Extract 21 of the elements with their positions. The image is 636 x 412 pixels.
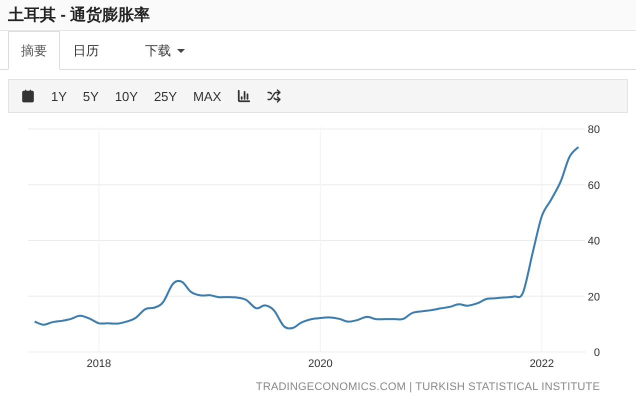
y-axis-label: 80: [588, 124, 600, 136]
bar-chart-icon: [237, 89, 252, 103]
y-axis-label: 60: [588, 180, 600, 192]
y-axis-label: 40: [588, 236, 600, 248]
tab[interactable]: 摘要: [8, 31, 60, 70]
y-axis-label: 20: [588, 291, 600, 304]
tab[interactable]: 日历: [60, 31, 112, 70]
source-credit: TRADINGECONOMICS.COM | TURKISH STATISTICAL INSTITUTE: [256, 381, 600, 393]
range-button[interactable]: MAX: [185, 82, 230, 110]
range-button[interactable]: 10Y: [106, 82, 146, 110]
tab[interactable]: 下载: [132, 31, 198, 70]
range-button[interactable]: 5Y: [74, 82, 107, 110]
range-button[interactable]: 1Y: [43, 82, 75, 110]
calendar-icon: [21, 89, 35, 103]
x-axis-label: 2018: [86, 358, 112, 370]
page-title: 土耳其 - 通货膨胀率: [8, 5, 150, 26]
shuffle-icon: [267, 89, 282, 103]
x-axis-label: 2022: [530, 358, 554, 370]
y-axis-label: 0: [594, 347, 600, 359]
x-axis-label: 2020: [308, 358, 333, 370]
range-button[interactable]: 25Y: [146, 82, 186, 110]
